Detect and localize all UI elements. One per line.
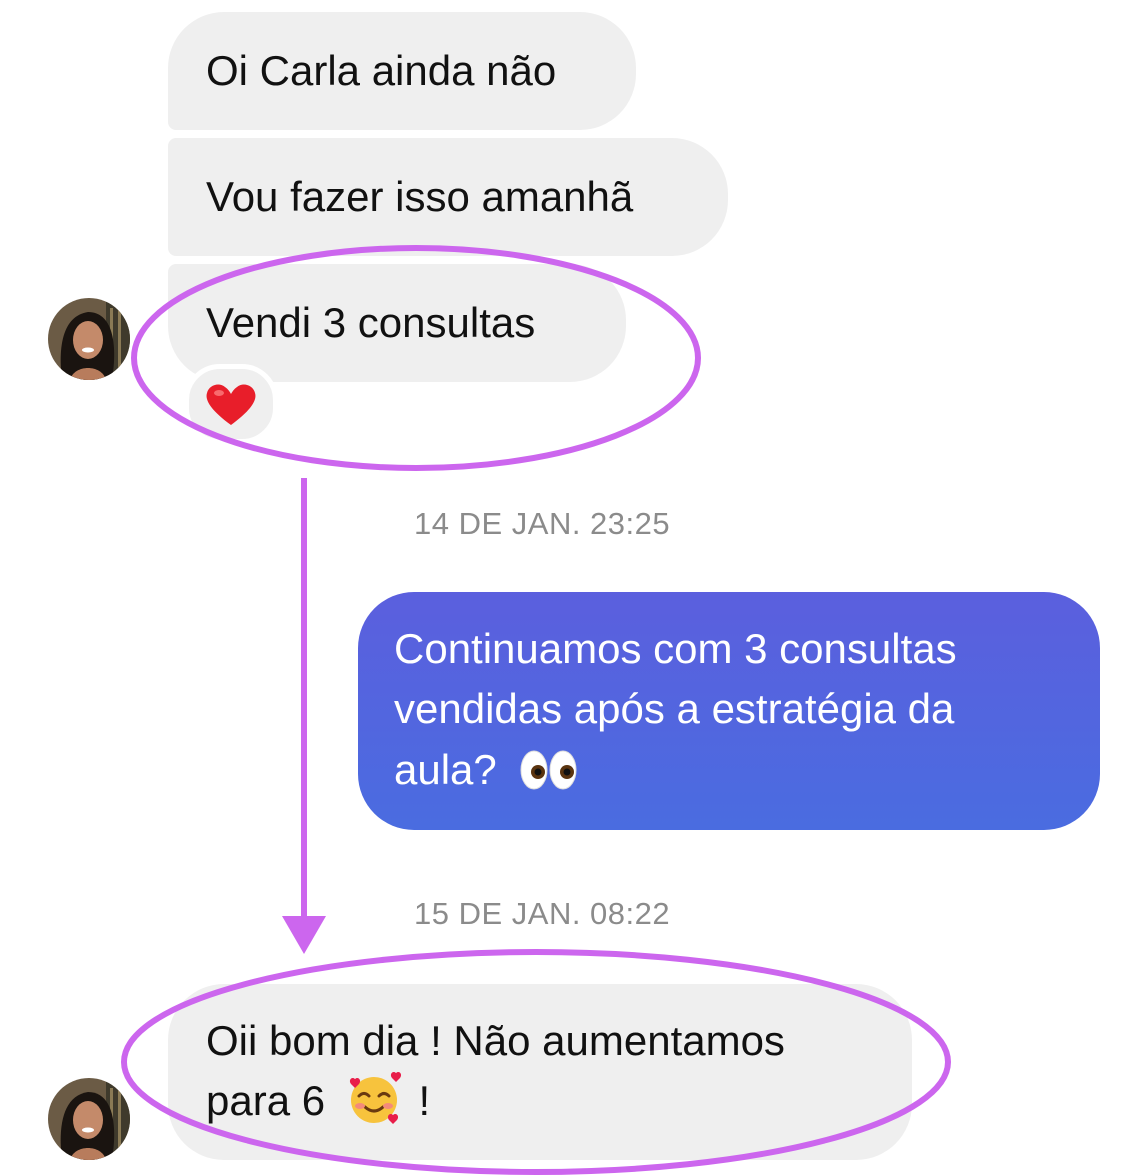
avatar[interactable] [48,1078,130,1160]
message-bubble-2[interactable]: Vou fazer isso amanhã [168,138,728,256]
outgoing-text-line-2: vendidas após a estratégia da [394,685,955,732]
avatar-photo [48,298,130,380]
outgoing-message-bubble[interactable]: Continuamos com 3 consultas vendidas apó… [358,592,1100,830]
arrow-head [282,916,326,954]
message-text-2: Vou fazer isso amanhã [206,173,634,220]
heart-icon [206,384,256,425]
message-text-3: Vendi 3 consultas [206,299,536,346]
message-text-4-line-2: para 6 ! [206,1071,430,1131]
message-text-1: Oi Carla ainda não [206,47,557,94]
avatar[interactable] [48,298,130,380]
message-text-4-line-1: Oii bom dia ! Não aumentamos [206,1017,785,1064]
avatar-photo [48,1078,130,1160]
eyes-emoji-icon [520,750,577,790]
outgoing-text-line-3: aula? [394,740,580,800]
message-text-para6: para 6 [206,1077,326,1124]
outgoing-text-aula: aula? [394,746,497,793]
message-bubble-1[interactable]: Oi Carla ainda não [168,12,636,130]
timestamp: 14 DE JAN. 23:25 [414,506,671,541]
message-text-exclaim: ! [418,1077,431,1124]
heart-reaction[interactable] [184,364,278,444]
timestamp: 15 DE JAN. 08:22 [414,896,671,931]
message-bubble-4[interactable]: Oii bom dia ! Não aumentamos para 6 ! [168,984,912,1160]
outgoing-text-line-1: Continuamos com 3 consultas [394,625,957,672]
smiling-face-with-hearts-icon [349,1071,401,1124]
